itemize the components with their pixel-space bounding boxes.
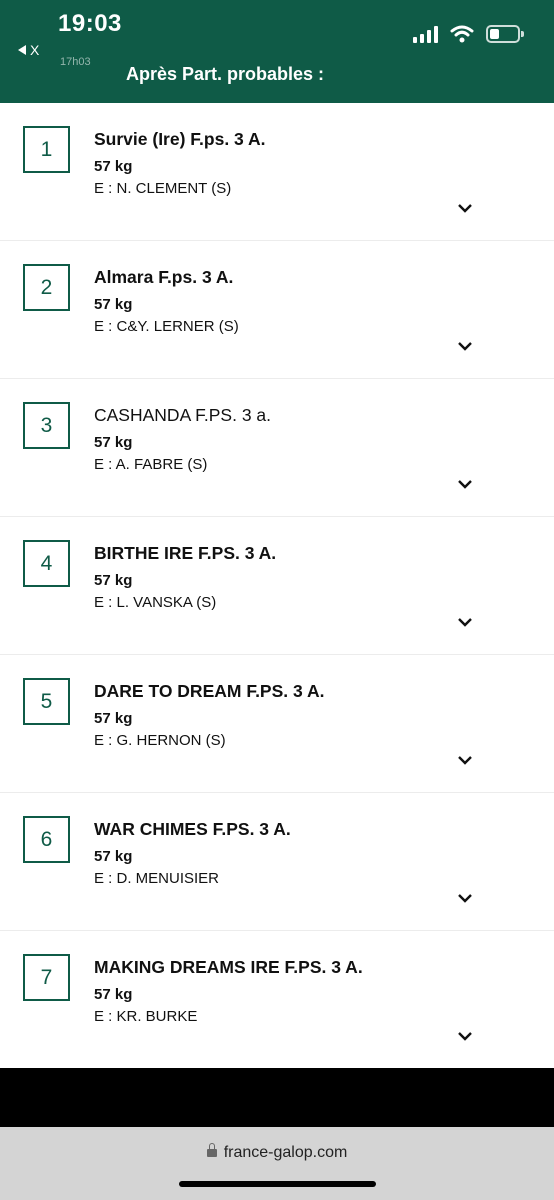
- runner-list: 1 Survie (Ire) F.ps. 3 A. 57 kg E : N. C…: [0, 103, 554, 1069]
- wifi-icon: [450, 25, 474, 43]
- runner-row[interactable]: 2 Almara F.ps. 3 A. 57 kg E : C&Y. LERNE…: [0, 241, 554, 379]
- runner-weight: 57 kg: [94, 986, 133, 1003]
- lock-icon: [206, 1143, 217, 1159]
- runner-number: 6: [23, 816, 70, 863]
- back-triangle-icon: [18, 45, 26, 55]
- runner-trainer: E : D. MENUISIER: [94, 870, 220, 887]
- bottom-black-band: [0, 1068, 554, 1127]
- runner-number: 3: [23, 402, 70, 449]
- battery-icon: [486, 25, 524, 43]
- header-time-cut: 17h03: [60, 56, 91, 65]
- runner-name: DARE TO DREAM F.PS. 3 A.: [94, 681, 325, 701]
- runner-number: 7: [23, 954, 70, 1001]
- home-indicator[interactable]: [179, 1181, 376, 1187]
- runner-name: BIRTHE IRE F.PS. 3 A.: [94, 543, 277, 563]
- runner-trainer: E : KR. BURKE: [94, 1008, 198, 1025]
- runner-row[interactable]: 1 Survie (Ire) F.ps. 3 A. 57 kg E : N. C…: [0, 103, 554, 241]
- status-icons: [413, 25, 524, 43]
- back-label: X: [30, 42, 40, 58]
- runner-weight: 57 kg: [94, 434, 133, 451]
- runner-trainer: E : C&Y. LERNER (S): [94, 318, 239, 335]
- browser-address-bar[interactable]: france-galop.com: [0, 1127, 554, 1200]
- runner-name: Almara F.ps. 3 A.: [94, 267, 234, 287]
- runner-number: 2: [23, 264, 70, 311]
- runner-trainer: E : L. VANSKA (S): [94, 594, 217, 611]
- runner-weight: 57 kg: [94, 572, 133, 589]
- url-display[interactable]: france-galop.com: [0, 1143, 554, 1162]
- runner-name: CASHANDA F.PS. 3 a.: [94, 405, 272, 425]
- runner-row[interactable]: 5 DARE TO DREAM F.PS. 3 A. 57 kg E : G. …: [0, 655, 554, 793]
- runner-row[interactable]: 6 WAR CHIMES F.PS. 3 A. 57 kg E : D. MEN…: [0, 793, 554, 931]
- chevron-down-icon[interactable]: [456, 201, 474, 215]
- runner-row[interactable]: 4 BIRTHE IRE F.PS. 3 A. 57 kg E : L. VAN…: [0, 517, 554, 655]
- runner-number: 1: [23, 126, 70, 173]
- runner-row[interactable]: 3 CASHANDA F.PS. 3 a. 57 kg E : A. FABRE…: [0, 379, 554, 517]
- back-to-app-link[interactable]: X: [18, 42, 39, 58]
- runner-weight: 57 kg: [94, 296, 133, 313]
- status-time: 19:03: [58, 10, 122, 37]
- runner-number: 4: [23, 540, 70, 587]
- cellular-signal-icon: [413, 25, 438, 43]
- runner-trainer: E : A. FABRE (S): [94, 456, 208, 473]
- url-text: france-galop.com: [223, 1144, 348, 1161]
- runner-trainer: E : N. CLEMENT (S): [94, 180, 232, 197]
- chevron-down-icon[interactable]: [456, 477, 474, 491]
- chevron-down-icon[interactable]: [456, 1029, 474, 1043]
- chevron-down-icon[interactable]: [456, 339, 474, 353]
- chevron-down-icon[interactable]: [456, 891, 474, 905]
- runner-weight: 57 kg: [94, 158, 133, 175]
- runner-name: Survie (Ire) F.ps. 3 A.: [94, 129, 266, 149]
- runner-weight: 57 kg: [94, 710, 133, 727]
- runner-number: 5: [23, 678, 70, 725]
- runner-name: MAKING DREAMS IRE F.PS. 3 A.: [94, 957, 363, 977]
- runner-weight: 57 kg: [94, 848, 133, 865]
- runner-trainer: E : G. HERNON (S): [94, 732, 226, 749]
- runner-name: WAR CHIMES F.PS. 3 A.: [94, 819, 291, 839]
- chevron-down-icon[interactable]: [456, 615, 474, 629]
- chevron-down-icon[interactable]: [456, 753, 474, 767]
- top-bar: 19:03 X 17h03 Après Part. probables :: [0, 0, 554, 103]
- section-title: Après Part. probables :: [126, 64, 325, 84]
- runner-row[interactable]: 7 MAKING DREAMS IRE F.PS. 3 A. 57 kg E :…: [0, 931, 554, 1069]
